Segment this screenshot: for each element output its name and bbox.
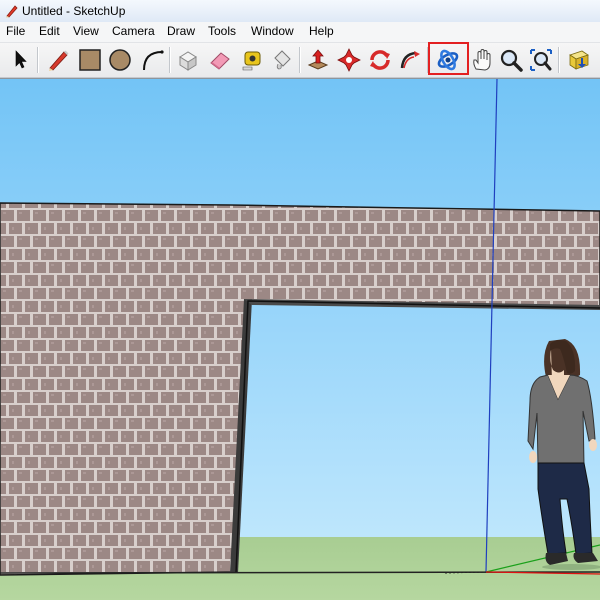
brick-wall bbox=[0, 202, 600, 576]
line-tool[interactable] bbox=[44, 46, 72, 74]
circle-tool[interactable] bbox=[106, 46, 134, 74]
rectangle-tool[interactable] bbox=[76, 46, 104, 74]
pencil-icon bbox=[46, 48, 70, 72]
select-tool[interactable] bbox=[6, 46, 34, 74]
circle-icon bbox=[108, 48, 132, 72]
move-tool[interactable] bbox=[335, 46, 363, 74]
sketchup-app-icon bbox=[4, 3, 20, 19]
drawing-viewport[interactable] bbox=[0, 78, 600, 600]
scene-canvas bbox=[0, 79, 600, 600]
window-title: Untitled - SketchUp bbox=[22, 4, 126, 18]
warehouse-icon bbox=[567, 48, 591, 72]
menu-draw[interactable]: Draw bbox=[166, 24, 196, 38]
get-models-tool[interactable] bbox=[565, 46, 593, 74]
rectangle-icon bbox=[78, 48, 102, 72]
push-pull-tool[interactable] bbox=[304, 46, 332, 74]
rotate-tool[interactable] bbox=[366, 46, 394, 74]
move-arrows-icon bbox=[337, 48, 361, 72]
eraser-tool[interactable] bbox=[206, 46, 234, 74]
toolbar-separator bbox=[299, 47, 300, 73]
eraser-icon bbox=[208, 48, 232, 72]
tape-measure-tool[interactable] bbox=[238, 46, 266, 74]
menu-tools[interactable]: Tools bbox=[207, 24, 237, 38]
hand-icon bbox=[470, 48, 494, 72]
sketchup-window: Untitled - SketchUp File Edit View Camer… bbox=[0, 0, 600, 600]
paint-bucket-tool[interactable] bbox=[268, 46, 296, 74]
paint-bucket-icon bbox=[270, 48, 294, 72]
title-bar: Untitled - SketchUp bbox=[0, 0, 600, 23]
person-figure bbox=[527, 339, 600, 570]
zoom-extents-tool[interactable] bbox=[527, 46, 555, 74]
zoom-tool[interactable] bbox=[497, 46, 525, 74]
rotate-icon bbox=[368, 48, 392, 72]
menu-file[interactable]: File bbox=[5, 24, 26, 38]
follow-me-tool[interactable] bbox=[396, 46, 424, 74]
toolbar-separator bbox=[37, 47, 38, 73]
tape-measure-icon bbox=[240, 48, 264, 72]
push-pull-icon bbox=[306, 48, 330, 72]
arc-tool[interactable] bbox=[138, 46, 166, 74]
toolbar bbox=[0, 43, 600, 78]
component-box-icon bbox=[176, 48, 200, 72]
arrow-cursor-icon bbox=[10, 49, 30, 71]
menu-edit[interactable]: Edit bbox=[38, 24, 61, 38]
menu-bar: File Edit View Camera Draw Tools Window … bbox=[0, 22, 600, 43]
follow-me-icon bbox=[398, 48, 422, 72]
magnifier-icon bbox=[499, 48, 523, 72]
toolbar-separator bbox=[558, 47, 559, 73]
make-component-tool[interactable] bbox=[174, 46, 202, 74]
menu-camera[interactable]: Camera bbox=[111, 24, 156, 38]
menu-window[interactable]: Window bbox=[250, 24, 295, 38]
orbit-tool-highlight-box bbox=[428, 42, 469, 75]
toolbar-separator bbox=[169, 47, 170, 73]
zoom-extents-icon bbox=[529, 48, 553, 72]
menu-view[interactable]: View bbox=[72, 24, 100, 38]
menu-help[interactable]: Help bbox=[308, 24, 335, 38]
pan-tool[interactable] bbox=[468, 46, 496, 74]
arc-icon bbox=[140, 48, 164, 72]
blue-axis-line bbox=[485, 79, 498, 573]
